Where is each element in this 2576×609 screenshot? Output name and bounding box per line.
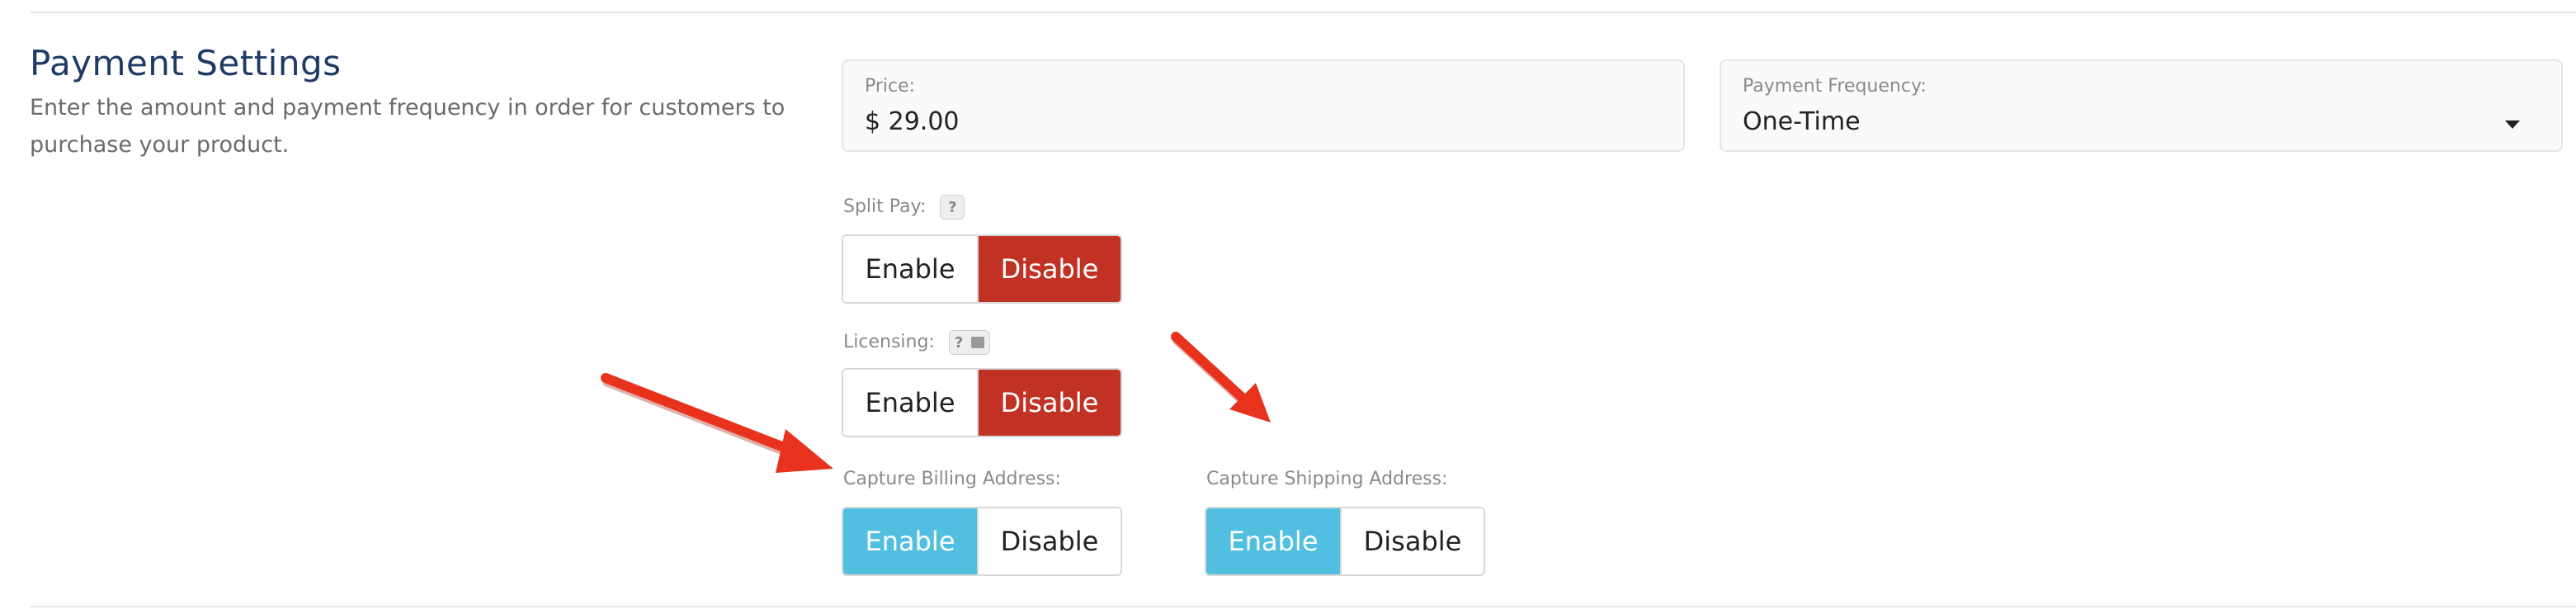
- bottom-divider: [30, 606, 2576, 607]
- annotation-arrows: [601, 332, 1271, 473]
- arrow-to-shipping-icon: [1171, 332, 1271, 423]
- arrow-to-billing-icon: [601, 373, 833, 473]
